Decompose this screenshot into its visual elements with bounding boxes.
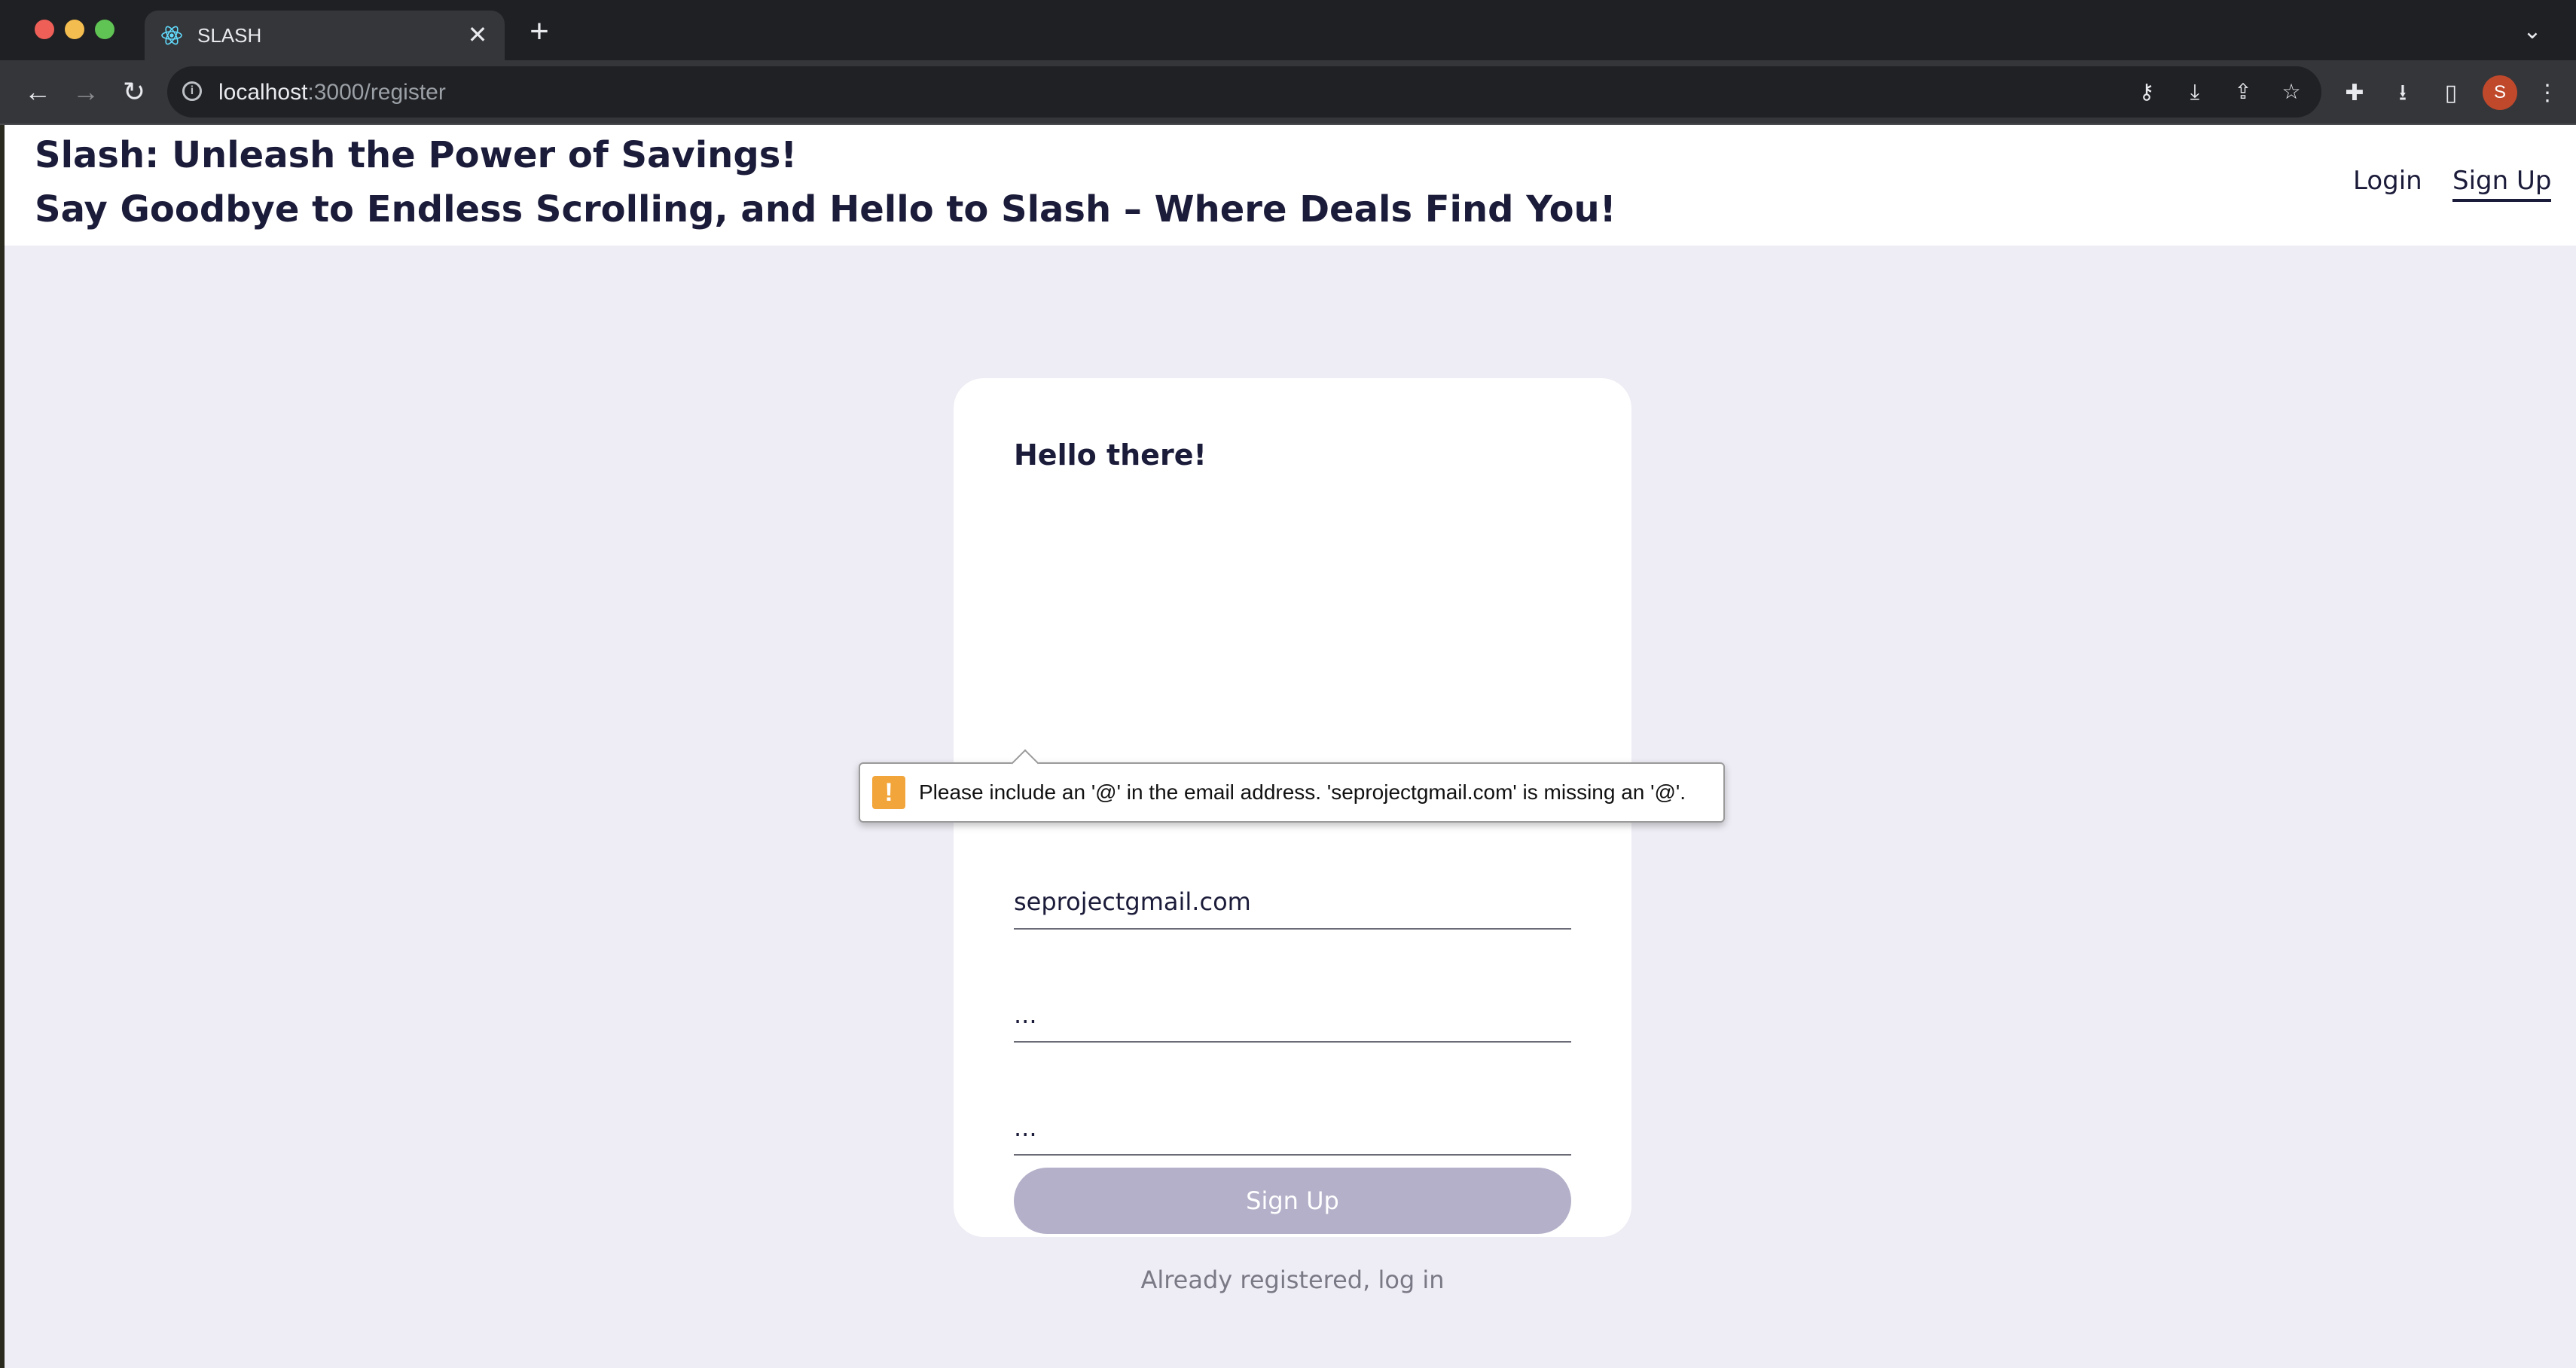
side-panel-icon[interactable]: ▯: [2436, 78, 2466, 108]
confirm-password-value: ...: [1014, 1113, 1037, 1142]
reload-icon[interactable]: ↻: [116, 74, 152, 110]
page: Slash: Unleash the Power of Savings! Say…: [5, 125, 2576, 1368]
key-icon[interactable]: ⚷: [2133, 78, 2160, 105]
confirm-password-field[interactable]: ...: [1014, 1104, 1571, 1156]
star-icon[interactable]: ☆: [2278, 78, 2305, 105]
greeting-heading: Hello there!: [1014, 438, 1207, 472]
kebab-menu-icon[interactable]: ⋮: [2532, 78, 2562, 108]
site-info-icon[interactable]: i: [182, 81, 202, 101]
tab-search-icon[interactable]: ⌄: [2519, 18, 2546, 45]
email-value: seprojectgmail.com: [1014, 887, 1251, 916]
maximize-window-button[interactable]: [95, 20, 114, 39]
new-tab-icon[interactable]: +: [524, 15, 554, 48]
signup-button[interactable]: Sign Up: [1014, 1168, 1571, 1234]
nav-signup-link[interactable]: Sign Up: [2452, 166, 2552, 202]
address-bar[interactable]: i localhost:3000/register ⚷ ⤓ ⇪ ☆: [167, 66, 2321, 118]
url-host: localhost: [218, 80, 308, 105]
download-icon[interactable]: ⭳: [2388, 78, 2418, 108]
extensions-icon[interactable]: ✚: [2339, 78, 2370, 108]
profile-avatar[interactable]: S: [2483, 75, 2517, 110]
browser-tab[interactable]: SLASH ✕: [145, 11, 505, 60]
password-value: ...: [1014, 1000, 1037, 1029]
email-field[interactable]: seprojectgmail.com: [1014, 878, 1571, 930]
site-tagline: Say Goodbye to Endless Scrolling, and He…: [35, 188, 1616, 231]
site-header: Slash: Unleash the Power of Savings! Say…: [5, 125, 2576, 246]
share-icon[interactable]: ⇪: [2230, 78, 2257, 105]
back-arrow-icon[interactable]: ←: [20, 74, 56, 110]
url-text[interactable]: localhost:3000/register: [218, 80, 446, 105]
browser-toolbar: ← → ↻ i localhost:3000/register ⚷ ⤓ ⇪ ☆ …: [0, 60, 2576, 124]
close-window-button[interactable]: [35, 20, 54, 39]
react-logo-icon: [161, 26, 182, 45]
tab-title: SLASH: [197, 24, 262, 47]
validation-tooltip: ! Please include an '@' in the email add…: [859, 749, 1725, 823]
install-icon[interactable]: ⤓: [2181, 78, 2208, 105]
password-field[interactable]: ...: [1014, 991, 1571, 1043]
url-path: :3000/register: [307, 80, 446, 105]
close-tab-icon[interactable]: ✕: [464, 21, 491, 48]
validation-message: Please include an '@' in the email addre…: [919, 780, 1686, 804]
minimize-window-button[interactable]: [65, 20, 84, 39]
forward-arrow-icon[interactable]: →: [68, 74, 104, 110]
login-link[interactable]: Already registered, log in: [954, 1266, 1631, 1294]
warning-icon: !: [872, 776, 905, 809]
browser-tabstrip: SLASH ✕ + ⌄: [0, 0, 2576, 60]
site-title: Slash: Unleash the Power of Savings!: [35, 134, 798, 176]
nav-login-link[interactable]: Login: [2353, 166, 2422, 196]
